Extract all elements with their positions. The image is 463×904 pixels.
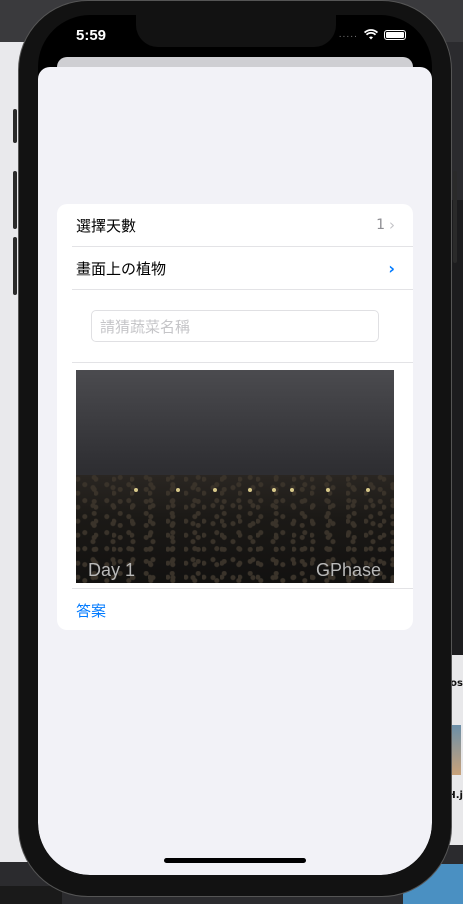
plants-on-screen-label: 畫面上の植物: [76, 259, 167, 278]
vegetable-name-input[interactable]: 請猜蔬菜名稱: [91, 310, 379, 342]
status-time: 5:59: [76, 27, 107, 44]
chevron-right-icon: ›: [389, 216, 395, 234]
status-icons: .....: [339, 29, 406, 40]
wifi-icon: [364, 29, 378, 40]
row-separator: [72, 289, 413, 290]
sprout-dot: [176, 488, 180, 492]
row-separator: [72, 588, 413, 589]
select-days-label: 選擇天數: [76, 216, 137, 235]
home-indicator[interactable]: [164, 858, 306, 863]
sprout-dot: [248, 488, 252, 492]
desktop-right-thumbnail: [451, 725, 461, 775]
power-button: [453, 171, 457, 263]
sprout-dot: [272, 488, 276, 492]
modal-sheet: 選擇天數 1 › 畫面上の植物 › 請猜蔬菜名稱 Day 1 GPhase 答案: [38, 67, 432, 875]
mute-switch: [13, 109, 17, 143]
row-separator: [72, 362, 413, 363]
sprout-dot: [366, 488, 370, 492]
image-day-caption: Day 1: [88, 560, 136, 580]
desktop-corner-thumbnail: [0, 886, 62, 904]
plant-growth-image: Day 1 GPhase: [76, 370, 394, 583]
volume-down-button: [13, 237, 17, 295]
sprout-dot: [213, 488, 217, 492]
battery-icon: [384, 29, 406, 40]
phone-frame: 5:59 ..... 選擇天數 1 › 畫面上の植物 › 請猜蔬菜名稱 Day …: [13, 0, 457, 897]
notch: [136, 15, 336, 47]
desktop-right-text: os: [450, 678, 463, 689]
volume-up-button: [13, 171, 17, 229]
image-brand-caption: GPhase: [315, 560, 381, 580]
sprout-dot: [290, 488, 294, 492]
select-days-row[interactable]: 選擇天數 1 ›: [57, 204, 413, 246]
signal-icon: .....: [338, 29, 358, 40]
sprout-dot: [134, 488, 138, 492]
select-days-value: 1: [376, 217, 385, 233]
form-card: 選擇天數 1 › 畫面上の植物 › 請猜蔬菜名稱 Day 1 GPhase 答案: [57, 204, 413, 630]
sprout-dot: [326, 488, 330, 492]
phone-screen: 5:59 ..... 選擇天數 1 › 畫面上の植物 › 請猜蔬菜名稱 Day …: [38, 15, 432, 875]
select-days-value-group: 1 ›: [376, 216, 395, 234]
chevron-right-icon: ›: [388, 258, 395, 278]
answer-button[interactable]: 答案: [76, 600, 106, 621]
plants-on-screen-row[interactable]: 畫面上の植物 ›: [57, 247, 413, 289]
